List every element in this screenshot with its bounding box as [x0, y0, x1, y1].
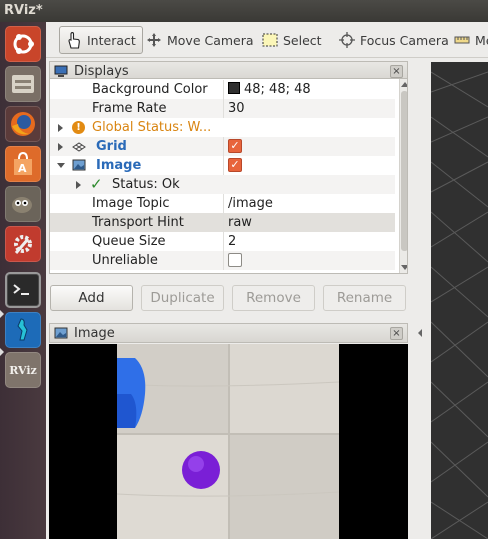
- unreliable-checkbox[interactable]: [228, 253, 242, 267]
- select-tool[interactable]: Select: [256, 26, 328, 54]
- grid-enabled-checkbox[interactable]: ✓: [228, 139, 242, 153]
- panel-splitter[interactable]: [410, 62, 430, 539]
- ok-check-icon: ✓: [90, 175, 103, 193]
- tree-row-status-ok[interactable]: ✓ Status: Ok: [50, 175, 395, 194]
- remove-button[interactable]: Remove: [232, 285, 315, 311]
- scroll-up-icon[interactable]: [401, 82, 407, 87]
- expand-arrow-icon[interactable]: [58, 143, 63, 151]
- expand-arrow-icon[interactable]: [58, 124, 63, 132]
- scrollbar-thumb[interactable]: [401, 91, 407, 251]
- grid-render: [431, 71, 488, 539]
- displays-tree: Background Color 48; 48; 48 Frame Rate 3…: [49, 78, 408, 274]
- background-color-value-cell[interactable]: 48; 48; 48: [223, 80, 311, 99]
- image-key: Image: [96, 158, 142, 173]
- tree-row-transport-hint[interactable]: Transport Hint raw: [50, 213, 395, 232]
- monitor-icon: [54, 65, 68, 77]
- transport-hint-key: Transport Hint: [92, 215, 184, 230]
- displays-button-bar: Add Duplicate Remove Rename: [46, 285, 408, 313]
- unreliable-cell: [223, 251, 242, 270]
- interact-label: Interact: [87, 32, 136, 48]
- displays-close-button[interactable]: ×: [390, 65, 403, 78]
- status-ok-key: Status: Ok: [112, 177, 180, 192]
- move-camera-label: Move Camera: [167, 32, 254, 48]
- window-title: RViz*: [0, 0, 488, 22]
- image-panel-header: Image ×: [49, 323, 408, 343]
- select-label: Select: [283, 32, 322, 48]
- turtlesim-icon[interactable]: [5, 312, 41, 348]
- tree-row-queue-size[interactable]: Queue Size 2: [50, 232, 395, 251]
- ubuntu-logo-icon[interactable]: [5, 26, 41, 62]
- warning-icon: !: [72, 121, 85, 134]
- grid-key: Grid: [96, 139, 127, 154]
- rviz-window: Interact Move Camera Select Focus Camera…: [46, 22, 488, 539]
- image-enabled-cell: ✓: [223, 156, 242, 175]
- camera-image: [116, 344, 340, 539]
- focus-camera-tool[interactable]: Focus Camera: [333, 26, 455, 54]
- tree-row-image[interactable]: Image ✓: [50, 156, 395, 175]
- image-topic-value[interactable]: /image: [223, 194, 273, 213]
- tree-row-unreliable[interactable]: Unreliable: [50, 251, 395, 270]
- focus-camera-label: Focus Camera: [360, 32, 449, 48]
- tree-row-grid[interactable]: Grid ✓: [50, 137, 395, 156]
- splitter-arrow-icon: [418, 329, 422, 337]
- displays-scrollbar[interactable]: [399, 79, 407, 273]
- grid-icon: [72, 142, 86, 152]
- background-color-value: 48; 48; 48: [244, 82, 311, 97]
- image-display-icon: [72, 159, 86, 171]
- displays-title: Displays: [74, 63, 129, 79]
- measure-tool[interactable]: Me: [448, 26, 488, 54]
- svg-text:A: A: [18, 162, 27, 175]
- move-camera-tool[interactable]: Move Camera: [140, 26, 260, 54]
- image-panel-icon: [54, 327, 68, 338]
- image-enabled-checkbox[interactable]: ✓: [228, 158, 242, 172]
- rviz-icon[interactable]: RViz: [5, 352, 41, 388]
- tree-row-background-color[interactable]: Background Color 48; 48; 48: [50, 80, 395, 99]
- frame-rate-value[interactable]: 30: [223, 99, 245, 118]
- collapse-arrow-icon[interactable]: [57, 163, 65, 168]
- duplicate-button[interactable]: Duplicate: [141, 285, 224, 311]
- hand-pointer-icon: [68, 31, 80, 49]
- color-swatch: [228, 82, 240, 94]
- selection-rect-icon: [262, 33, 278, 47]
- add-button[interactable]: Add: [50, 285, 133, 311]
- image-view[interactable]: [49, 344, 408, 539]
- rename-button[interactable]: Rename: [323, 285, 406, 311]
- expand-arrow-icon[interactable]: [76, 181, 81, 189]
- gimp-icon[interactable]: [5, 186, 41, 222]
- tree-row-image-topic[interactable]: Image Topic /image: [50, 194, 395, 213]
- transport-hint-value[interactable]: raw: [223, 213, 252, 232]
- grid-enabled-cell: ✓: [223, 137, 242, 156]
- interact-tool[interactable]: Interact: [59, 26, 143, 54]
- toolbar: Interact Move Camera Select Focus Camera…: [46, 22, 488, 58]
- unreliable-key: Unreliable: [92, 253, 158, 268]
- queue-size-value[interactable]: 2: [223, 232, 236, 251]
- image-topic-key: Image Topic: [92, 196, 170, 211]
- software-center-icon[interactable]: A: [5, 146, 41, 182]
- global-status-key: Global Status: W...: [92, 120, 212, 135]
- tree-row-global-status[interactable]: ! Global Status: W...: [50, 118, 395, 137]
- image-panel-close-button[interactable]: ×: [390, 327, 403, 340]
- frame-rate-key: Frame Rate: [92, 101, 167, 116]
- ruler-icon: [454, 36, 470, 44]
- files-icon[interactable]: [5, 66, 41, 102]
- running-indicator-2: [0, 348, 4, 356]
- system-settings-icon[interactable]: [5, 226, 41, 262]
- terminal-icon[interactable]: [5, 272, 41, 308]
- measure-label: Me: [475, 32, 488, 48]
- firefox-icon[interactable]: [5, 106, 41, 142]
- image-panel-title: Image: [74, 325, 115, 341]
- move-arrows-icon: [147, 33, 161, 47]
- queue-size-key: Queue Size: [92, 234, 166, 249]
- running-indicator: [0, 310, 4, 318]
- unity-launcher: A RViz: [0, 22, 46, 539]
- scroll-down-icon[interactable]: [401, 265, 407, 270]
- rviz-icon-label: RViz: [9, 363, 37, 377]
- 3d-render-view[interactable]: [431, 62, 488, 539]
- background-color-key: Background Color: [92, 82, 208, 97]
- crosshair-icon: [339, 32, 355, 48]
- tree-row-frame-rate[interactable]: Frame Rate 30: [50, 99, 395, 118]
